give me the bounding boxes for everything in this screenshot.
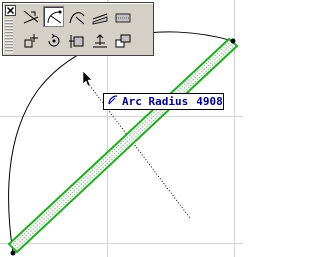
arc-radius-icon xyxy=(108,95,118,108)
arc-radius-tooltip: Arc Radius 4908 xyxy=(103,93,224,110)
tooltip-label: Arc Radius xyxy=(122,95,189,108)
arc-tangent-icon[interactable] xyxy=(43,6,64,27)
arc-curve-icon[interactable] xyxy=(66,6,87,27)
selected-beam[interactable] xyxy=(7,37,239,254)
node-start[interactable] xyxy=(10,250,16,256)
angle-lines-icon[interactable] xyxy=(20,6,41,27)
offset-edge-icon[interactable] xyxy=(66,30,87,51)
node-end[interactable] xyxy=(230,38,236,44)
mouse-cursor-icon xyxy=(82,70,93,87)
palette-grip[interactable] xyxy=(5,19,13,53)
hatch-fill-icon[interactable] xyxy=(112,6,133,27)
geometry-method-palette xyxy=(2,2,154,56)
hatch-slab-icon[interactable] xyxy=(89,6,110,27)
rotate-node-icon[interactable] xyxy=(43,30,64,51)
close-icon[interactable] xyxy=(3,3,18,18)
tooltip-value: 4908 xyxy=(196,95,223,108)
move-node-icon[interactable] xyxy=(20,30,41,51)
copy-window-icon[interactable] xyxy=(112,30,133,51)
elevation-icon[interactable] xyxy=(89,30,110,51)
